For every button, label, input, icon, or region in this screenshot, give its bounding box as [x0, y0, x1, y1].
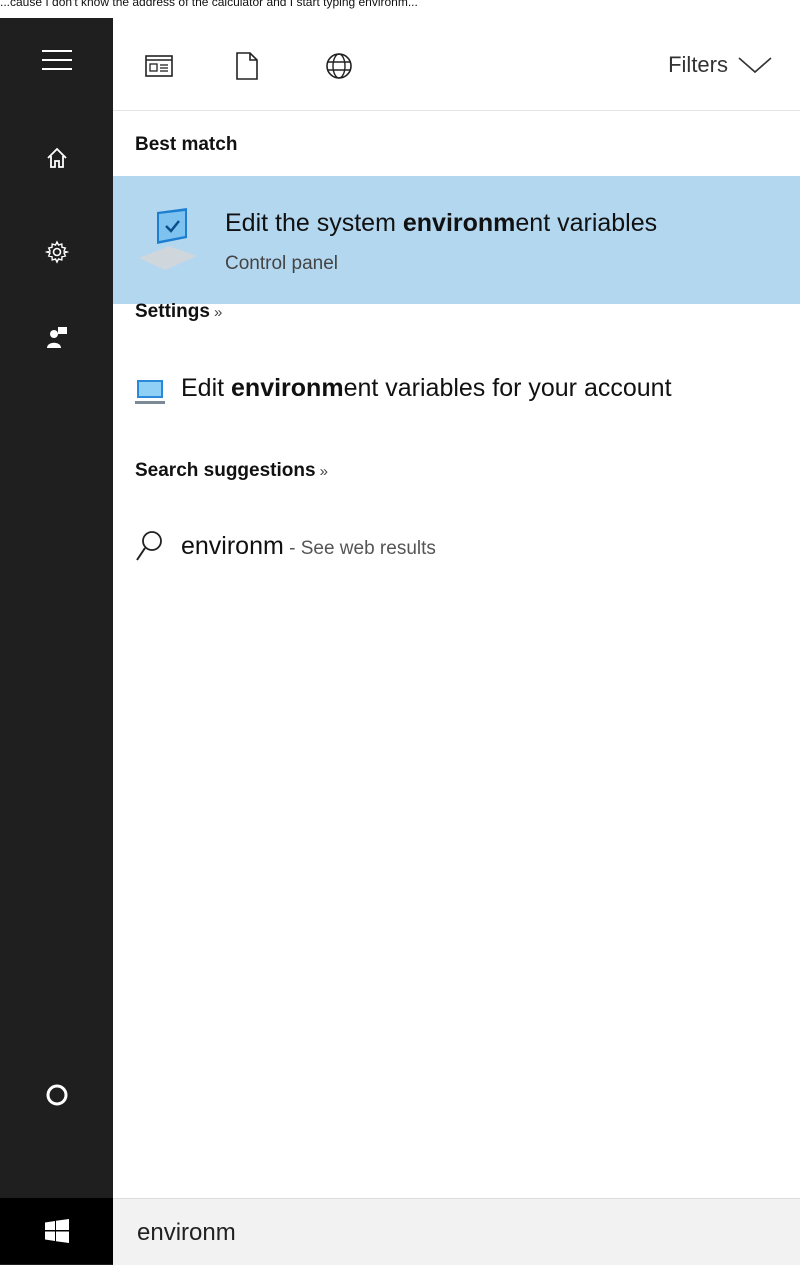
web-suggestion-suffix: - See web results	[283, 538, 436, 559]
settings-header[interactable]: Settings»	[135, 301, 222, 323]
settings-result-post: ent variables for your account	[343, 374, 672, 402]
best-match-title-post: ent variables	[515, 209, 658, 237]
app-window-icon	[145, 55, 173, 77]
best-match-item[interactable]: Edit the system environment variables Co…	[113, 176, 800, 304]
best-match-title-pre: Edit the system	[225, 209, 403, 237]
web-suggestion-text: environm - See web results	[181, 532, 436, 561]
filters-label: Filters	[668, 52, 728, 77]
hamburger-menu-button[interactable]	[0, 28, 113, 92]
search-suggestions-header[interactable]: Search suggestions»	[135, 460, 328, 482]
top-strip-text: ...cause I don't know the address of the…	[0, 0, 418, 9]
search-suggestions-chevron: »	[319, 463, 328, 480]
gear-icon	[44, 240, 69, 264]
toolbar: Filters	[113, 18, 800, 111]
cortana-circle-icon	[46, 1084, 67, 1106]
feedback-button[interactable]	[0, 306, 113, 370]
settings-result-text: Edit environment variables for your acco…	[181, 374, 672, 403]
top-strip: ...cause I don't know the address of the…	[0, 0, 800, 18]
apps-filter-button[interactable]	[139, 46, 179, 86]
start-button[interactable]	[0, 1198, 113, 1264]
web-filter-button[interactable]	[319, 46, 359, 86]
best-match-title: Edit the system environment variables	[225, 209, 657, 238]
sidebar	[0, 18, 113, 1265]
web-suggestion-query: environm	[181, 532, 284, 560]
search-results-panel: Filters Best match Edit the system envir…	[113, 18, 800, 1265]
settings-result-pre: Edit	[181, 374, 232, 402]
documents-filter-button[interactable]	[227, 46, 267, 86]
search-box[interactable]	[113, 1198, 800, 1265]
settings-result-bold: environm	[231, 374, 344, 402]
best-match-header: Best match	[135, 134, 238, 155]
windows-logo-icon	[44, 1219, 69, 1243]
search-suggestions-label: Search suggestions	[135, 460, 316, 481]
filters-dropdown[interactable]: Filters	[668, 52, 772, 78]
web-suggestion-item[interactable]: environm - See web results	[113, 520, 800, 574]
system-monitor-icon	[139, 208, 197, 270]
hamburger-icon	[41, 50, 72, 70]
best-match-subtitle: Control panel	[225, 253, 339, 274]
settings-button[interactable]	[0, 220, 113, 284]
settings-header-label: Settings	[135, 301, 210, 322]
search-input[interactable]	[135, 1213, 779, 1253]
best-match-title-bold: environm	[402, 209, 516, 237]
home-icon	[46, 147, 67, 168]
feedback-person-icon	[46, 327, 67, 348]
search-icon	[136, 531, 162, 561]
monitor-icon	[135, 380, 165, 404]
settings-chevron: »	[213, 304, 223, 321]
cortana-button[interactable]	[0, 1063, 113, 1127]
globe-icon	[326, 53, 352, 79]
settings-result-item[interactable]: Edit environment variables for your acco…	[113, 366, 800, 420]
home-button[interactable]	[0, 126, 113, 190]
chevron-down-icon	[738, 57, 772, 74]
document-icon	[236, 52, 258, 80]
